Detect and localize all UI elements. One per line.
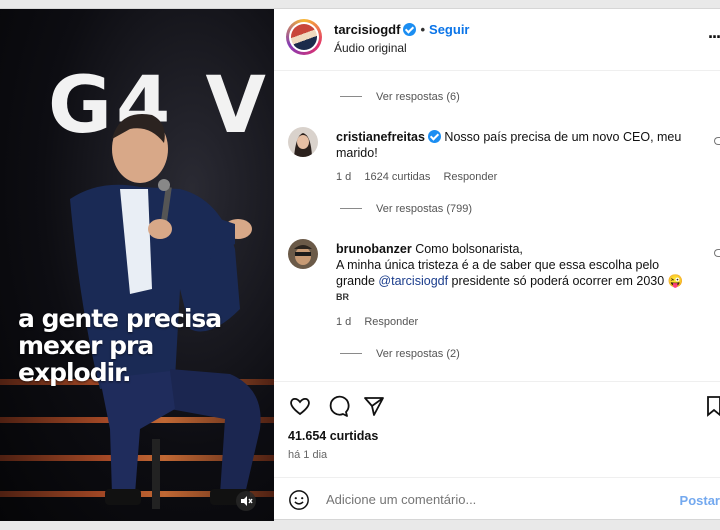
comment-body-line-1: Como bolsonarista, <box>415 242 523 256</box>
comment-text: cristianefreitas Nosso país precisa de u… <box>336 129 706 161</box>
video-caption: a gente precisa mexer pra explodir. <box>18 305 258 386</box>
post-video[interactable]: G4 V a gente precisa mexer pra explodir. <box>0 9 274 521</box>
view-replies-link[interactable]: Ver respostas (799) <box>340 203 472 215</box>
avatar[interactable] <box>288 239 318 269</box>
view-replies-label[interactable]: Ver respostas (6) <box>376 91 460 103</box>
comment-input[interactable] <box>326 492 626 507</box>
caption-line-2: mexer pra explodir. <box>18 331 154 387</box>
post-header: tarcisiogdf • Seguir Áudio original ··· <box>274 9 720 71</box>
follow-button[interactable]: Seguir <box>429 22 469 37</box>
like-comment-icon[interactable] <box>714 249 720 257</box>
share-icon[interactable] <box>362 394 386 418</box>
avatar[interactable] <box>288 127 318 157</box>
comment-body-line-3-post: presidente só poderá ocorrer em 2030 😜 <box>448 274 684 288</box>
comment-username[interactable]: cristianefreitas <box>336 130 425 144</box>
reply-button[interactable]: Responder <box>443 171 497 183</box>
like-comment-icon[interactable] <box>714 137 720 145</box>
comment-icon[interactable] <box>326 394 350 418</box>
verified-icon <box>427 130 441 143</box>
emoji-icon[interactable] <box>288 489 310 511</box>
author-avatar[interactable] <box>286 19 322 55</box>
heart-icon[interactable] <box>288 394 312 418</box>
bookmark-icon[interactable] <box>706 394 720 418</box>
comment-meta: 1 d Responder <box>336 316 428 328</box>
more-options-icon[interactable]: ··· <box>708 27 720 48</box>
comment-likes[interactable]: 1624 curtidas <box>364 171 430 183</box>
view-replies-label[interactable]: Ver respostas (799) <box>376 203 472 215</box>
comment-text: brunobanzer Como bolsonarista, A minha ú… <box>336 241 706 305</box>
post-time: há 1 dia <box>288 449 328 461</box>
comment-body-line-3-pre: grande <box>336 274 379 288</box>
post-button[interactable]: Postar <box>680 493 720 508</box>
likes-count[interactable]: 41.654 curtidas <box>288 429 378 443</box>
post-panel: tarcisiogdf • Seguir Áudio original ··· Ve… <box>274 9 720 521</box>
view-replies-link[interactable]: Ver respostas (6) <box>340 91 460 103</box>
mute-icon[interactable] <box>236 491 256 511</box>
add-comment-bar: Postar <box>274 477 720 521</box>
separator-dot: • <box>420 22 426 37</box>
comment-time: 1 d <box>336 171 352 183</box>
flag-text: BR <box>336 292 349 302</box>
audio-label[interactable]: Áudio original <box>334 41 407 55</box>
reply-button[interactable]: Responder <box>364 316 418 328</box>
caption-line-1: a gente precisa <box>18 304 222 333</box>
view-replies-link[interactable]: Ver respostas (2) <box>340 348 460 360</box>
comment-username[interactable]: brunobanzer <box>336 242 412 256</box>
author-username[interactable]: tarcisiogdf <box>334 22 400 37</box>
view-replies-label[interactable]: Ver respostas (2) <box>376 348 460 360</box>
mention-link[interactable]: @tarcisiogdf <box>378 274 448 288</box>
post-window: G4 V a gente precisa mexer pra explodir.… <box>0 8 720 521</box>
comment-time: 1 d <box>336 316 352 328</box>
verified-icon <box>403 23 417 36</box>
author-line: tarcisiogdf • Seguir <box>334 22 470 37</box>
comment-meta: 1 d 1624 curtidas Responder <box>336 171 507 183</box>
post-actions <box>274 381 720 425</box>
comments-list: Ver respostas (6) cristianefreitas Nosso… <box>274 71 720 381</box>
comment-body-line-2: A minha única tristeza é a de saber que … <box>336 258 660 272</box>
